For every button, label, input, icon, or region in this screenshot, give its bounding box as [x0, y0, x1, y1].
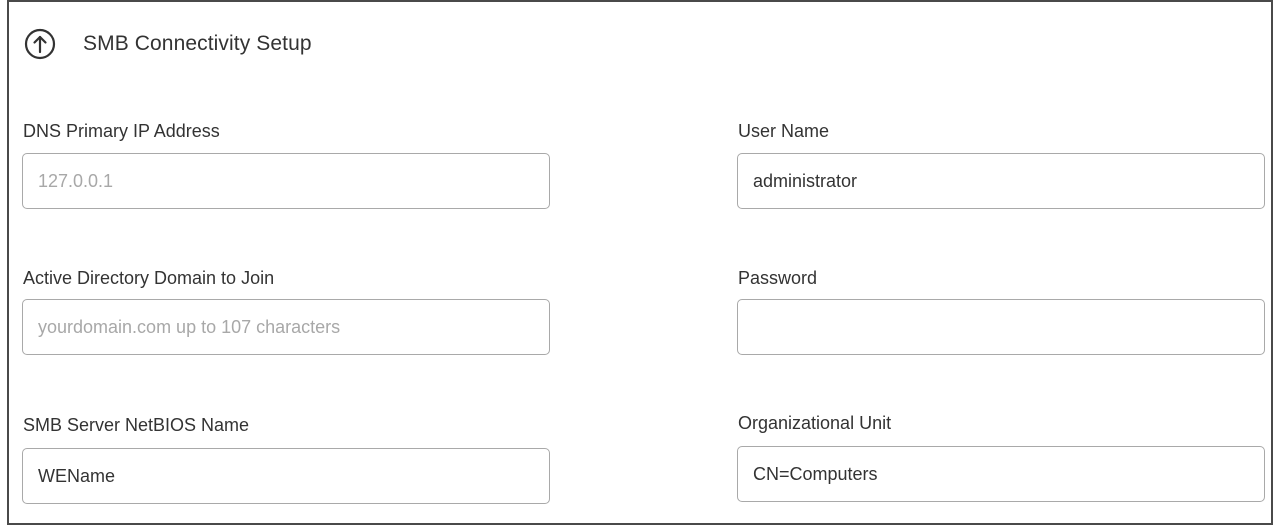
netbios-name-label: SMB Server NetBIOS Name	[23, 413, 249, 437]
organizational-unit-label: Organizational Unit	[738, 411, 891, 435]
user-name-label: User Name	[738, 119, 829, 143]
field-label: DNS Primary IP Address	[23, 121, 220, 141]
field-label: SMB Server NetBIOS Name	[23, 415, 250, 435]
section-title: SMB Connectivity Setup	[83, 32, 312, 55]
smb-connectivity-panel: SMB Connectivity Setup DNS Primary IP Ad…	[7, 0, 1273, 525]
organizational-unit-input[interactable]	[737, 446, 1265, 502]
dns-primary-ip-label: DNS Primary IP Address	[23, 119, 220, 143]
dns-primary-ip-input[interactable]	[22, 153, 550, 209]
user-name-input[interactable]	[737, 153, 1265, 209]
section-header: SMB Connectivity Setup	[23, 22, 312, 66]
field-label: Organizational Unit	[738, 413, 892, 433]
field-label: Active Directory Domain to Join	[23, 268, 275, 288]
field-label: User Name	[738, 121, 830, 141]
ad-domain-input[interactable]	[22, 299, 550, 355]
field-label: Password	[738, 268, 818, 288]
netbios-name-input[interactable]	[22, 448, 550, 504]
password-input[interactable]	[737, 299, 1265, 355]
password-label: Password	[738, 266, 817, 290]
arrow-up-circle-icon[interactable]	[23, 27, 57, 61]
ad-domain-label: Active Directory Domain to Join	[23, 266, 274, 290]
